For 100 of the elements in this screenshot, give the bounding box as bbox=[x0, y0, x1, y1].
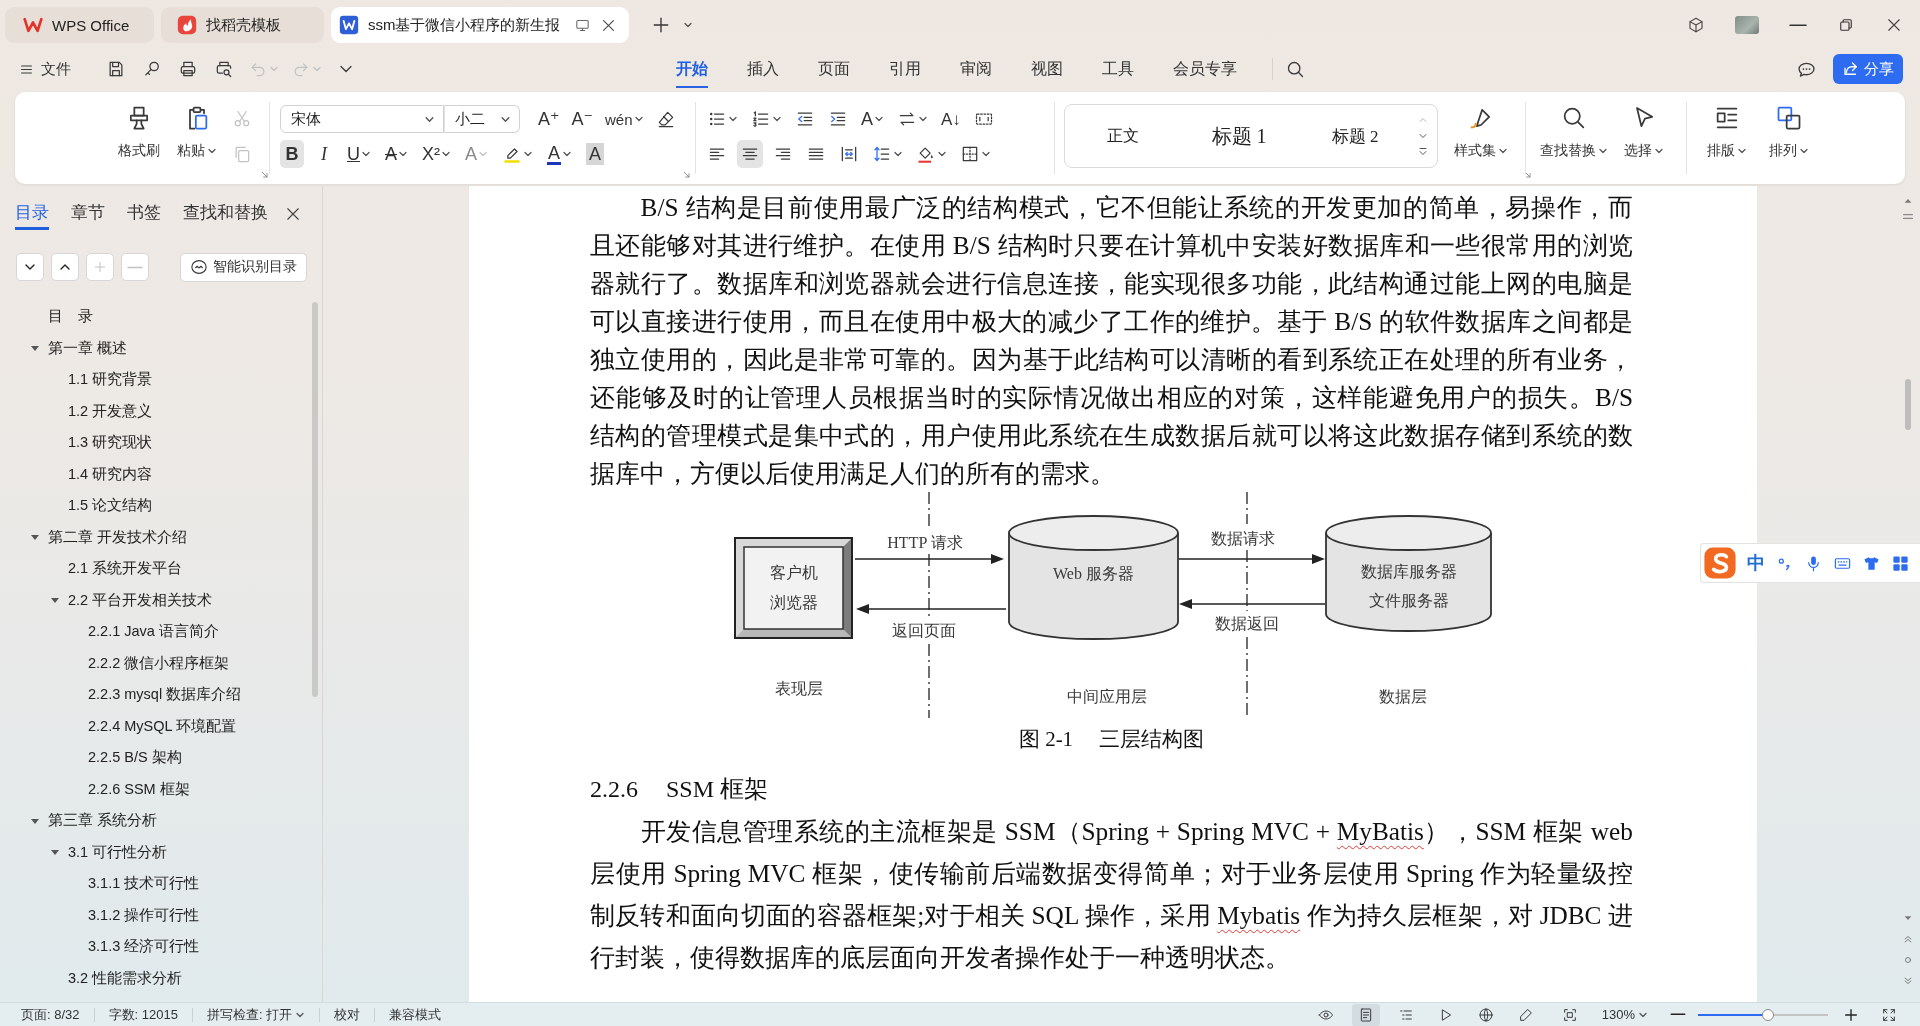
zoom-slider-thumb[interactable] bbox=[1762, 1008, 1775, 1021]
toc-item[interactable]: 第三章 系统分析 bbox=[48, 811, 158, 831]
arrange-button[interactable]: 排列 bbox=[1765, 92, 1813, 184]
ribbon-tab[interactable]: 插入 bbox=[747, 50, 779, 88]
collapse-up-button[interactable] bbox=[51, 253, 79, 281]
expand-gallery-icon[interactable] bbox=[1417, 146, 1429, 158]
toc-item[interactable]: 2.2.1 Java 语言简介 bbox=[88, 622, 219, 642]
toc-item[interactable]: 3.1.3 经济可行性 bbox=[88, 937, 200, 957]
toc-item[interactable]: 3.1.1 技术可行性 bbox=[88, 874, 200, 894]
heading-number: 2.2.6 bbox=[590, 775, 638, 803]
grid-icon[interactable] bbox=[1891, 553, 1910, 573]
format-painter-button[interactable]: 格式刷 bbox=[113, 92, 165, 184]
expand-down-button[interactable] bbox=[16, 253, 44, 281]
toc-item[interactable]: 1.3 研究现状 bbox=[68, 433, 153, 453]
toc-item[interactable]: 2.1 系统开发平台 bbox=[68, 559, 183, 579]
cube-icon[interactable] bbox=[1687, 16, 1705, 34]
plus-icon[interactable] bbox=[1843, 1006, 1859, 1023]
find-button[interactable]: 查找替换 bbox=[1536, 92, 1612, 184]
select-button[interactable]: 选择 bbox=[1620, 92, 1668, 184]
toc-item[interactable]: 1.2 开发意义 bbox=[68, 401, 153, 421]
scrollbar-thumb[interactable] bbox=[312, 302, 318, 697]
toc-item[interactable]: 2.2.5 B/S 架构 bbox=[88, 748, 182, 768]
page-down-icon[interactable] bbox=[1903, 976, 1913, 986]
toc-item[interactable]: 2.2.4 MySQL 环境配置 bbox=[88, 716, 237, 736]
app-tab[interactable]: ssm基于微信小程序的新生报 bbox=[331, 7, 629, 43]
smart-toc-button[interactable]: 智能识别目录 bbox=[180, 252, 307, 282]
word-count: 字数: 12015 bbox=[108, 1005, 178, 1024]
toc-item[interactable]: 2.2.6 SSM 框架 bbox=[88, 779, 190, 799]
font-family-dropdown[interactable]: 宋体 bbox=[280, 105, 444, 133]
toc-item[interactable]: 1.5 论文结构 bbox=[68, 496, 153, 516]
ribbon-tab[interactable]: 开始 bbox=[676, 50, 708, 88]
ribbon-tab[interactable]: 审阅 bbox=[960, 50, 992, 88]
app-tab[interactable]: WPS Office bbox=[5, 7, 154, 43]
minimize-icon[interactable] bbox=[1789, 23, 1807, 27]
underline-button[interactable]: U bbox=[344, 140, 374, 168]
align-center-button[interactable] bbox=[737, 140, 763, 168]
shrink-button[interactable]: A⁻ bbox=[568, 105, 597, 133]
toc-item[interactable]: 第一章 概述 bbox=[48, 338, 128, 358]
caret-icon[interactable] bbox=[683, 20, 693, 30]
ribbon-tab[interactable]: 引用 bbox=[889, 50, 921, 88]
strikethrough-button[interactable]: A bbox=[382, 140, 411, 168]
caret-icon bbox=[1737, 146, 1747, 156]
toc-item[interactable]: 1.4 研究内容 bbox=[68, 464, 153, 484]
fit-frame-icon[interactable] bbox=[1561, 1006, 1578, 1023]
layout-button[interactable]: 排版 bbox=[1703, 92, 1751, 184]
sidebar-tab[interactable]: 书签 bbox=[127, 203, 161, 230]
dialog-launcher-icon[interactable] bbox=[683, 171, 691, 179]
proofread-button[interactable]: 校对 bbox=[334, 1005, 361, 1024]
toc-item[interactable]: 3.1 可行性分析 bbox=[68, 842, 168, 862]
fullscreen-icon[interactable] bbox=[1881, 1006, 1897, 1023]
phonetic-button[interactable]: wén bbox=[602, 105, 647, 133]
toc-item[interactable]: 3.1.2 操作可行性 bbox=[88, 905, 200, 925]
share-button[interactable]: 分享 bbox=[1833, 54, 1903, 84]
page-up-icon[interactable] bbox=[1903, 934, 1913, 944]
plus-icon[interactable] bbox=[652, 16, 670, 34]
close-icon[interactable] bbox=[1885, 16, 1903, 34]
toc-item[interactable]: 2.2.3 mysql 数据库介绍 bbox=[88, 685, 242, 705]
font-color-button[interactable]: A bbox=[544, 140, 576, 168]
toc-item[interactable]: 2.2 平台开发相关技术 bbox=[68, 590, 213, 610]
app-tab[interactable]: 找稻壳模板 bbox=[161, 7, 324, 43]
ribbon-tab[interactable]: 页面 bbox=[818, 50, 850, 88]
spell-check-toggle[interactable]: 拼写检查: 打开 bbox=[206, 1005, 306, 1024]
minus-icon[interactable] bbox=[1670, 1013, 1686, 1016]
style-option[interactable]: 正文 bbox=[1065, 116, 1181, 156]
toc-item[interactable]: 目 录 bbox=[48, 307, 93, 327]
input-method-logo-icon[interactable] bbox=[1703, 546, 1737, 580]
down-arrow-icon[interactable] bbox=[1903, 913, 1913, 923]
superscript-button[interactable]: X² bbox=[419, 140, 454, 168]
sidebar-tab[interactable]: 目录 bbox=[15, 203, 49, 230]
style-option[interactable]: 标题 1 bbox=[1181, 116, 1297, 156]
file-menu-button[interactable]: 文件 bbox=[18, 59, 71, 79]
sidebar-tab[interactable]: 章节 bbox=[71, 203, 105, 230]
ribbon-tab[interactable]: 工具 bbox=[1102, 50, 1134, 88]
style-option[interactable]: 标题 2 bbox=[1297, 116, 1413, 156]
dialog-launcher-icon[interactable] bbox=[261, 171, 269, 179]
restore-icon[interactable] bbox=[1837, 16, 1855, 34]
paste-button[interactable]: 粘贴 bbox=[171, 92, 223, 184]
scrollbar-thumb[interactable] bbox=[1905, 379, 1911, 430]
bold-button[interactable]: B bbox=[280, 140, 304, 168]
grow-button[interactable]: A⁺ bbox=[535, 105, 563, 133]
toc-item[interactable]: 2.2.2 微信小程序框架 bbox=[88, 653, 230, 673]
close-icon[interactable] bbox=[284, 205, 302, 223]
text-direction-button[interactable]: A bbox=[858, 105, 887, 133]
zoom-level-dropdown[interactable]: 130% bbox=[1601, 1007, 1648, 1022]
font-size-dropdown[interactable]: 小二 bbox=[444, 105, 520, 133]
split-handle-icon[interactable] bbox=[1903, 214, 1913, 219]
sort-button[interactable]: A↓ bbox=[938, 105, 964, 133]
toc-item[interactable]: 3.2 性能需求分析 bbox=[68, 968, 183, 988]
ribbon-tab[interactable]: 会员专享 bbox=[1173, 50, 1237, 88]
toc-item[interactable]: 1.1 研究背景 bbox=[68, 370, 153, 390]
page-view-button[interactable] bbox=[1351, 1003, 1380, 1026]
toc-item[interactable]: 第二章 开发技术介绍 bbox=[48, 527, 188, 547]
input-mode-toggle[interactable]: 中 bbox=[1747, 551, 1765, 575]
dialog-launcher-icon[interactable] bbox=[1524, 171, 1532, 179]
up-arrow-icon[interactable] bbox=[1903, 196, 1913, 206]
style-set-button[interactable]: 样式集 bbox=[1450, 92, 1512, 184]
circle-icon[interactable] bbox=[1903, 955, 1913, 965]
italic-button[interactable]: I bbox=[312, 140, 336, 168]
sidebar-tab[interactable]: 查找和替换 bbox=[183, 203, 268, 230]
ribbon-tab[interactable]: 视图 bbox=[1031, 50, 1063, 88]
